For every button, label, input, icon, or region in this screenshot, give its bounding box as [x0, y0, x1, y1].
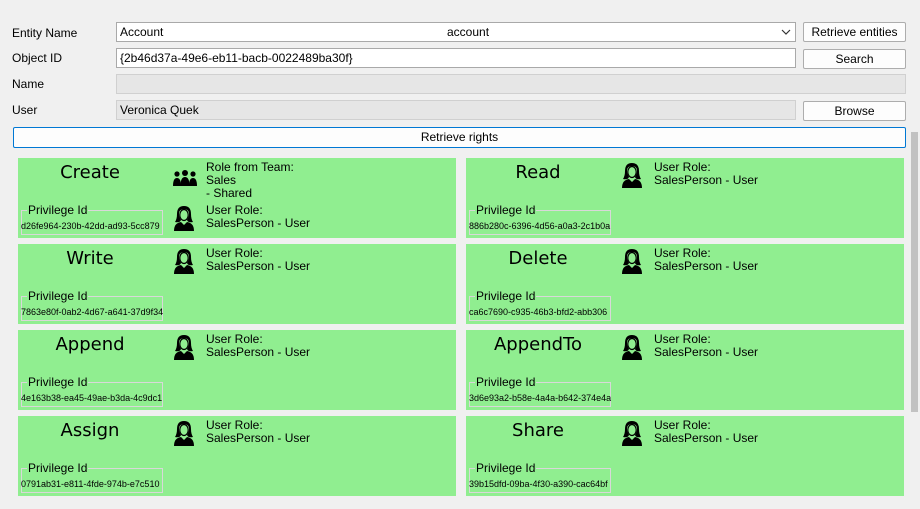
entity-display-text: Account	[120, 25, 164, 39]
role-entry: User Role: SalesPerson - User	[616, 418, 906, 452]
role-line-2: SalesPerson - User	[654, 259, 759, 273]
privilege-id-label: Privilege Id	[27, 375, 89, 389]
role-line-2: SalesPerson - User	[654, 345, 759, 359]
role-text: Role from Team: Sales - Shared	[206, 161, 326, 200]
team-icon	[172, 166, 197, 192]
user-icon	[172, 420, 196, 446]
role-text: User Role: SalesPerson - User	[654, 333, 774, 359]
privilege-id-value: ca6c7690-c935-46b3-bfd2-abb306	[469, 307, 608, 317]
right-title: Delete	[508, 248, 568, 269]
right-title: Share	[512, 420, 564, 441]
user-icon	[620, 162, 644, 188]
role-entry: Role from Team: Sales - Shared	[168, 160, 458, 200]
role-line-2: SalesPerson - User	[206, 431, 311, 445]
chevron-down-icon[interactable]	[781, 24, 791, 41]
right-card-write: Write Privilege Id 7863e80f-0ab2-4d67-a6…	[18, 244, 456, 324]
privilege-id-value: 886b280c-6396-4d56-a0a3-2c1b0a	[469, 221, 611, 231]
role-entry: User Role: SalesPerson - User	[168, 246, 458, 280]
privilege-id-value: 3d6e93a2-b58e-4a4a-b642-374e4a	[469, 393, 611, 403]
entity-name-select[interactable]: Account account	[116, 22, 796, 42]
right-card-appendto: AppendTo Privilege Id 3d6e93a2-b58e-4a4a…	[466, 330, 904, 410]
role-line-2: SalesPerson - User	[654, 431, 759, 445]
entity-name-label: Entity Name	[12, 26, 78, 40]
privilege-id-label: Privilege Id	[475, 461, 537, 475]
privilege-id-label: Privilege Id	[27, 461, 89, 475]
name-label: Name	[12, 77, 45, 91]
role-line-2: SalesPerson - User	[206, 259, 311, 273]
role-line-1: Role from Team: Sales	[206, 160, 294, 187]
privilege-id-value: d26fe964-230b-42dd-ad93-5cc879	[21, 221, 160, 231]
role-text: User Role: SalesPerson - User	[206, 204, 326, 230]
right-title: Append	[55, 334, 125, 355]
right-card-create: Create Privilege Id d26fe964-230b-42dd-a…	[18, 158, 456, 238]
name-input[interactable]	[116, 74, 906, 94]
right-title: Write	[66, 248, 114, 269]
user-icon	[172, 205, 196, 231]
right-title: Create	[60, 162, 120, 183]
scrollbar-thumb[interactable]	[911, 132, 918, 412]
user-icon	[620, 334, 644, 360]
role-text: User Role: SalesPerson - User	[206, 247, 326, 273]
right-card-read: Read Privilege Id 886b280c-6396-4d56-a0a…	[466, 158, 904, 238]
right-title: Assign	[60, 420, 120, 441]
search-button[interactable]: Search	[803, 49, 906, 69]
right-card-append: Append Privilege Id 4e163b38-ea45-49ae-b…	[18, 330, 456, 410]
right-card-assign: Assign Privilege Id 0791ab31-e811-4fde-9…	[18, 416, 456, 496]
privilege-id-value: 7863e80f-0ab2-4d67-a641-37d9f34	[21, 307, 163, 317]
user-input[interactable]: Veronica Quek	[116, 100, 796, 120]
privilege-id-label: Privilege Id	[475, 375, 537, 389]
privilege-id-label: Privilege Id	[27, 289, 89, 303]
right-card-share: Share Privilege Id 39b15dfd-09ba-4f30-a3…	[466, 416, 904, 496]
user-label: User	[12, 103, 38, 117]
role-line-2: - Shared	[206, 186, 253, 200]
privilege-id-label: Privilege Id	[475, 203, 537, 217]
role-entry: User Role: SalesPerson - User	[616, 160, 906, 194]
right-title: AppendTo	[493, 334, 583, 355]
role-entry: User Role: SalesPerson - User	[168, 203, 458, 237]
user-icon	[172, 334, 196, 360]
role-entry: User Role: SalesPerson - User	[616, 332, 906, 366]
retrieve-entities-button[interactable]: Retrieve entities	[803, 22, 906, 42]
role-line-2: SalesPerson - User	[206, 216, 311, 230]
privilege-id-value: 39b15dfd-09ba-4f30-a390-cac64bf	[469, 479, 608, 489]
user-icon	[620, 248, 644, 274]
object-id-label: Object ID	[12, 51, 63, 65]
privilege-id-label: Privilege Id	[475, 289, 537, 303]
privilege-id-value: 0791ab31-e811-4fde-974b-e7c510	[21, 479, 160, 489]
user-icon	[172, 248, 196, 274]
user-icon	[620, 420, 644, 446]
role-line-2: SalesPerson - User	[206, 345, 311, 359]
retrieve-rights-button[interactable]: Retrieve rights	[13, 127, 906, 148]
role-entry: User Role: SalesPerson - User	[168, 418, 458, 452]
vertical-scrollbar[interactable]	[909, 132, 920, 509]
role-entry: User Role: SalesPerson - User	[616, 246, 906, 280]
right-title: Read	[515, 162, 561, 183]
privilege-id-value: 4e163b38-ea45-49ae-b3da-4c9dc1	[21, 393, 163, 403]
role-text: User Role: SalesPerson - User	[654, 161, 774, 187]
role-entry: User Role: SalesPerson - User	[168, 332, 458, 366]
role-line-2: SalesPerson - User	[654, 173, 759, 187]
role-text: User Role: SalesPerson - User	[654, 247, 774, 273]
role-text: User Role: SalesPerson - User	[206, 333, 326, 359]
role-text: User Role: SalesPerson - User	[206, 419, 326, 445]
browse-button[interactable]: Browse	[803, 101, 906, 121]
object-id-input[interactable]: {2b46d37a-49e6-eb11-bacb-0022489ba30f}	[116, 48, 796, 68]
entity-logical-text: account	[447, 25, 490, 39]
role-text: User Role: SalesPerson - User	[654, 419, 774, 445]
right-card-delete: Delete Privilege Id ca6c7690-c935-46b3-b…	[466, 244, 904, 324]
privilege-id-label: Privilege Id	[27, 203, 89, 217]
